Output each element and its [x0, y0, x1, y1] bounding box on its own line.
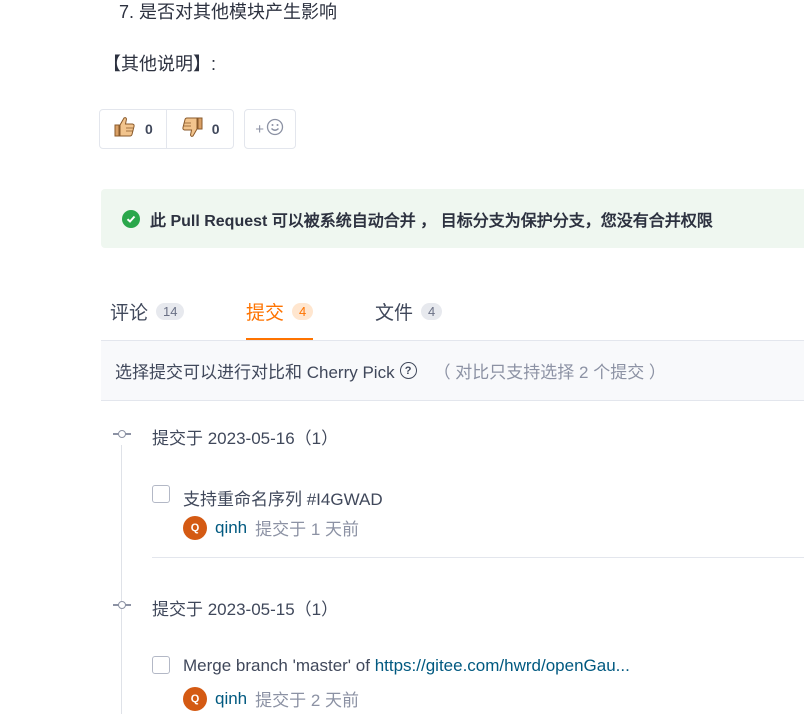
description-note: 【其他说明】:: [103, 54, 217, 74]
thumbs-down-icon: [180, 115, 204, 144]
tab-commits[interactable]: 提交 4: [246, 284, 314, 340]
commit-author-link[interactable]: qinh: [215, 689, 247, 709]
add-reaction-button[interactable]: +: [243, 109, 296, 149]
commit-title[interactable]: Merge branch 'master' of https://gitee.c…: [183, 656, 630, 676]
commit-title-link[interactable]: https://gitee.com/hwrd/openGau...: [375, 656, 630, 675]
commit-title-text: Merge branch 'master' of: [183, 656, 375, 675]
tab-count-badge: 14: [156, 303, 185, 320]
tab-label: 评论: [110, 303, 149, 324]
commit-time: 提交于 2 天前: [255, 691, 360, 710]
commit-select-checkbox[interactable]: [152, 656, 170, 674]
row-divider: [152, 557, 804, 558]
plus-label: +: [255, 120, 264, 138]
reaction-group: 0 0: [99, 109, 234, 149]
tab-label: 提交: [246, 303, 285, 324]
description-list-item: 7. 是否对其他模块产生影响: [119, 2, 338, 22]
commit-select-checkbox[interactable]: [152, 485, 170, 503]
commits-hint-text: 选择提交可以进行对比和 Cherry Pick: [115, 363, 395, 382]
check-circle-icon: [122, 209, 140, 228]
tab-comments[interactable]: 评论 14: [110, 284, 185, 339]
thumbs-down-count: 0: [211, 121, 220, 137]
tab-count-badge: 4: [292, 303, 314, 320]
timeline-node-icon: [113, 599, 131, 611]
commit-group-title: 提交于 2023-05-16（1）: [152, 429, 339, 448]
commit-title[interactable]: 支持重命名序列 #I4GWAD: [183, 485, 383, 510]
help-icon[interactable]: ?: [399, 362, 417, 379]
avatar[interactable]: Q: [183, 515, 207, 540]
thumbs-up-icon: [113, 115, 137, 144]
avatar[interactable]: Q: [183, 686, 207, 711]
timeline-node-icon: [113, 428, 131, 440]
commit-meta: Q qinh 提交于 1 天前: [183, 515, 359, 540]
commit-author-link[interactable]: qinh: [215, 518, 247, 538]
thumbs-down-button[interactable]: 0: [165, 110, 233, 148]
merge-status-banner: 此 Pull Request 可以被系统自动合并 ， 目标分支为保护分支，您没有…: [101, 189, 804, 248]
smiley-icon: [266, 118, 284, 140]
tab-files[interactable]: 文件 4: [375, 284, 443, 339]
pr-tabs: 评论 14 提交 4 文件 4: [101, 284, 804, 341]
thumbs-up-count: 0: [145, 121, 153, 137]
merge-status-message: 此 Pull Request 可以被系统自动合并 ， 目标分支为保护分支，您没有…: [150, 212, 713, 230]
reactions-bar: 0 0 +: [99, 109, 296, 149]
commit-title-text: 支持重命名序列 #I4GWAD: [183, 490, 383, 509]
thumbs-up-button[interactable]: 0: [100, 110, 166, 148]
commit-group-title: 提交于 2023-05-15（1）: [152, 600, 339, 619]
commit-time: 提交于 1 天前: [255, 520, 360, 539]
commits-hint-bar: 选择提交可以进行对比和 Cherry Pick ? （ 对比只支持选择 2 个提…: [101, 341, 804, 401]
tab-label: 文件: [375, 303, 414, 324]
commits-hint-subtext: （ 对比只支持选择 2 个提交 ）: [433, 363, 666, 382]
commit-meta: Q qinh 提交于 2 天前: [183, 686, 359, 711]
tab-count-badge: 4: [421, 303, 443, 320]
timeline-line: [121, 445, 122, 714]
